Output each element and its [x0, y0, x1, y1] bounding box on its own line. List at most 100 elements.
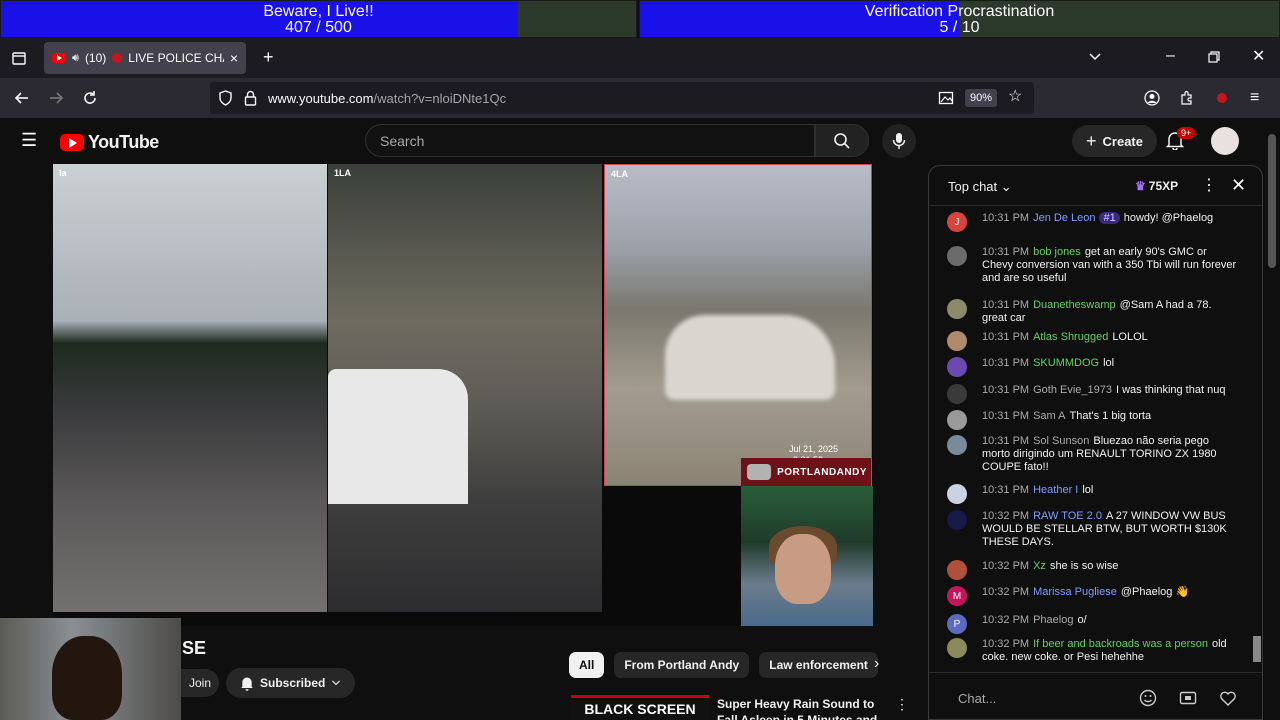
chip-from-channel[interactable]: From Portland Andy [614, 652, 750, 678]
chat-message: 10:31 PM Goth Evie_1973 I was thinking tha… [947, 384, 1237, 404]
bookmark-star-icon[interactable]: ☆ [1008, 89, 1022, 105]
emoji-icon[interactable] [1139, 689, 1157, 707]
voice-search-button[interactable] [882, 124, 916, 158]
chat-author[interactable]: bob jones [1033, 246, 1081, 258]
tab-overflow-chevron-icon[interactable] [1088, 50, 1102, 64]
chip-law-enforcement[interactable]: Law enforcement [759, 652, 878, 678]
extension-red-icon[interactable] [1214, 90, 1230, 106]
chat-avatar[interactable]: M [947, 586, 967, 606]
recommended-thumbnail[interactable]: BLACK SCREEN [571, 695, 709, 720]
chat-close-icon[interactable]: ✕ [1231, 176, 1246, 194]
chat-mode-dropdown[interactable]: Top chat ⌄ [948, 179, 1012, 195]
chat-message: 10:31 PM Sam A That's 1 big torta [947, 410, 1237, 430]
chat-author[interactable]: Sol Sunson [1033, 435, 1089, 447]
chat-author[interactable]: Goth Evie_1973 [1033, 384, 1112, 396]
video-player[interactable]: la 1LA 4LA Jul 21, 2025 8:31:58 pm PORTL… [53, 164, 873, 626]
chat-scrollbar[interactable] [1251, 208, 1261, 668]
recommended-title[interactable]: Super Heavy Rain Sound to Fall Asleep in… [717, 696, 887, 720]
extensions-icon[interactable] [1179, 90, 1195, 106]
chat-message: 10:31 PM SKUMMDOG lol [947, 357, 1237, 377]
chat-author[interactable]: Sam A [1033, 410, 1065, 422]
youtube-logo[interactable]: YouTube [60, 132, 159, 153]
new-tab-icon[interactable]: + [263, 48, 274, 66]
shield-icon[interactable] [218, 90, 233, 106]
chat-text: o/ [1077, 614, 1087, 626]
chat-author[interactable]: Xz [1033, 560, 1046, 572]
chat-avatar[interactable] [947, 638, 967, 658]
chat-avatar[interactable] [947, 435, 967, 455]
xp-badge[interactable]: ♛ 75XP [1135, 177, 1178, 195]
chat-message: 10:32 PM RAW TOE 2.0 A 27 WINDOW VW BUS WO… [947, 510, 1237, 549]
chat-avatar[interactable] [947, 299, 967, 319]
heart-icon[interactable] [1219, 689, 1237, 707]
user-avatar[interactable] [1211, 127, 1239, 155]
hamburger-menu-icon[interactable]: ☰ [21, 131, 37, 149]
chat-avatar[interactable] [947, 384, 967, 404]
goal-bar-1-text: Beware, I Live!! 407 / 500 [1, 4, 636, 36]
page-scrollbar[interactable] [1264, 118, 1280, 720]
chat-author[interactable]: If beer and backroads was a person [1033, 638, 1208, 650]
minimize-icon[interactable]: – [1166, 48, 1175, 64]
chat-author[interactable]: Marissa Pugliese [1033, 586, 1117, 598]
timestamp-date: Jul 21, 2025 [789, 444, 839, 454]
join-button[interactable]: Join [181, 669, 220, 697]
more-vert-icon[interactable]: ⋮ [895, 696, 909, 713]
chat-message-body: 10:31 PM bob jones get an early 90's GMC o… [982, 246, 1237, 285]
page-scroll-thumb[interactable] [1268, 134, 1276, 268]
super-chat-icon[interactable] [1179, 689, 1197, 707]
browser-tab-active[interactable]: 🔊︎ (10) LIVE POLICE CHASE × [44, 42, 246, 74]
lock-icon[interactable] [244, 90, 257, 106]
chat-input-bar: Chat... [929, 672, 1262, 719]
chat-avatar[interactable] [947, 484, 967, 504]
chat-scroll-thumb[interactable] [1253, 636, 1261, 662]
back-icon[interactable] [14, 90, 30, 106]
tab-close-icon[interactable]: × [230, 50, 238, 66]
chip-all[interactable]: All [569, 652, 605, 678]
zoom-level[interactable]: 90% [965, 89, 998, 107]
chat-author[interactable]: Phaelog [1033, 614, 1073, 626]
live-dot-icon [112, 53, 123, 63]
menu-icon[interactable]: ≡ [1250, 90, 1259, 106]
chat-avatar[interactable]: J [947, 212, 967, 232]
video-panel-1: la [53, 164, 327, 612]
restore-icon[interactable] [1208, 51, 1220, 63]
search-button[interactable] [815, 124, 869, 157]
webcam-overlay [0, 618, 181, 720]
url-bar[interactable]: www.youtube.com/watch?v=nloiDNte1Qc 90% … [210, 82, 1034, 114]
create-button[interactable]: + Create [1072, 125, 1157, 157]
tiktok-tag-3: 4LA [611, 169, 629, 179]
chat-author[interactable]: Jen De Leon [1033, 212, 1095, 224]
bell-icon [240, 675, 254, 691]
chat-avatar[interactable] [947, 560, 967, 580]
chat-avatar[interactable] [947, 331, 967, 351]
chat-avatar[interactable] [947, 510, 967, 530]
speaker-icon[interactable]: 🔊︎ [72, 52, 79, 65]
picture-icon[interactable] [938, 90, 954, 106]
url-text[interactable]: www.youtube.com/watch?v=nloiDNte1Qc [268, 91, 506, 106]
window-close-icon[interactable]: ✕ [1252, 49, 1265, 65]
chat-time: 10:31 PM [982, 410, 1030, 422]
chat-author[interactable]: Atlas Shrugged [1033, 331, 1108, 343]
search-input[interactable]: Search [365, 124, 815, 157]
subscribed-button[interactable]: Subscribed [226, 668, 356, 698]
chat-author[interactable]: Duanetheswamp [1033, 299, 1116, 311]
chat-avatar[interactable] [947, 410, 967, 430]
reload-icon[interactable] [82, 90, 98, 106]
video-panel-3: 4LA [604, 164, 872, 486]
youtube-wordmark: YouTube [88, 132, 159, 152]
chat-message-body: 10:31 PM Heather I lol [982, 484, 1237, 497]
chat-time: 10:32 PM [982, 614, 1030, 626]
chat-message-body: 10:31 PM SKUMMDOG lol [982, 357, 1237, 370]
tab-list-icon[interactable] [11, 50, 27, 66]
chips-next-icon[interactable]: › [874, 655, 879, 673]
chat-more-icon[interactable]: ⋮ [1201, 178, 1217, 194]
chat-avatar[interactable] [947, 246, 967, 266]
chat-text: howdy! @Phaelog [1123, 212, 1214, 224]
chat-author[interactable]: Heather I [1033, 484, 1078, 496]
chat-author[interactable]: SKUMMDOG [1033, 357, 1099, 369]
account-icon[interactable] [1144, 90, 1160, 106]
chat-avatar[interactable] [947, 357, 967, 377]
chat-avatar[interactable]: P [947, 614, 967, 634]
chat-author[interactable]: RAW TOE 2.0 [1033, 510, 1102, 522]
forward-icon[interactable] [48, 90, 64, 106]
